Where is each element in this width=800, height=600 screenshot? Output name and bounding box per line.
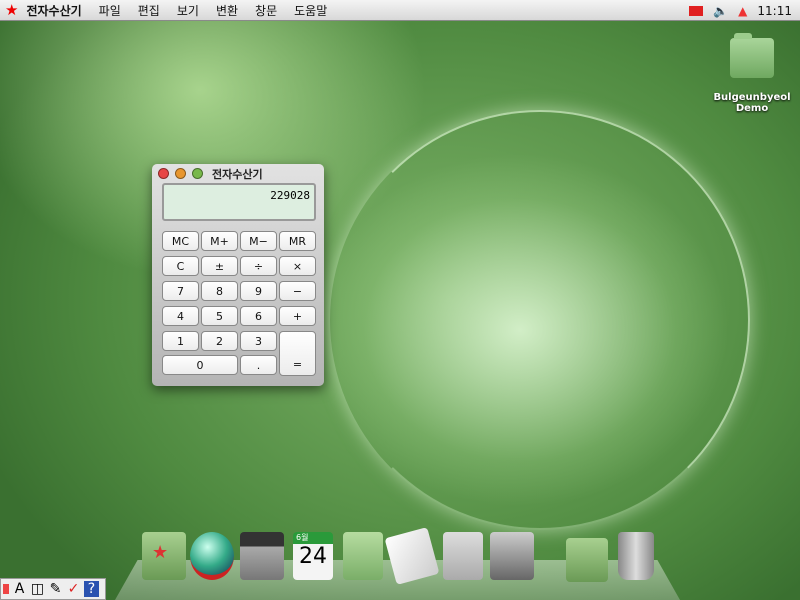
menu-convert[interactable]: 변환 xyxy=(216,2,238,19)
pen-cup-icon[interactable]: ✎ xyxy=(48,581,63,597)
calculator-display: 229028 xyxy=(162,183,316,221)
input-toolbar: A ◫ ✎ ✓ ? xyxy=(0,578,106,600)
close-button[interactable] xyxy=(158,168,169,179)
calculator-titlebar[interactable]: 전자수산기 xyxy=(152,164,324,182)
calculator-dock-icon[interactable] xyxy=(443,532,483,580)
key-divide[interactable]: ÷ xyxy=(240,256,277,276)
address-book-icon[interactable] xyxy=(343,532,383,580)
key-mc[interactable]: MC xyxy=(162,231,199,251)
menu-help[interactable]: 도움말 xyxy=(294,2,327,19)
menu-edit[interactable]: 편집 xyxy=(138,2,160,19)
panel-icon[interactable]: ◫ xyxy=(30,581,45,597)
key-4[interactable]: 4 xyxy=(162,306,199,326)
key-minus[interactable]: − xyxy=(279,281,316,301)
zoom-button[interactable] xyxy=(192,168,203,179)
key-multiply[interactable]: × xyxy=(279,256,316,276)
key-clear[interactable]: C xyxy=(162,256,199,276)
video-player-icon[interactable] xyxy=(240,532,284,580)
key-5[interactable]: 5 xyxy=(201,306,238,326)
documents-folder-icon[interactable] xyxy=(566,538,608,582)
trash-icon[interactable] xyxy=(618,532,654,580)
flag-icon[interactable] xyxy=(689,5,704,16)
calendar-day: 24 xyxy=(299,544,327,569)
key-mr[interactable]: MR xyxy=(279,231,316,251)
calendar-month: 6월 xyxy=(296,533,309,542)
key-0[interactable]: 0 xyxy=(162,355,238,375)
desktop-folder-label: Bulgeunbyeol Demo xyxy=(713,92,791,114)
browser-globe-icon[interactable] xyxy=(190,532,234,580)
menu-view[interactable]: 보기 xyxy=(177,2,199,19)
font-icon[interactable]: A xyxy=(12,581,27,597)
volume-icon[interactable]: 🔈 xyxy=(713,4,728,18)
red-star-menu-icon[interactable]: ★ xyxy=(5,1,18,19)
key-plus[interactable]: + xyxy=(279,306,316,326)
menubar: ★ 전자수산기 파일 편집 보기 변환 창문 도움말 🔈 ▲ 11:11 xyxy=(0,0,800,21)
clock[interactable]: 11:11 xyxy=(757,4,792,18)
wallpaper-arc xyxy=(330,110,750,530)
key-m-minus[interactable]: M− xyxy=(240,231,277,251)
key-9[interactable]: 9 xyxy=(240,281,277,301)
key-3[interactable]: 3 xyxy=(240,331,277,351)
key-plus-minus[interactable]: ± xyxy=(201,256,238,276)
minimize-button[interactable] xyxy=(175,168,186,179)
check-icon[interactable]: ✓ xyxy=(66,581,81,597)
menu-app-name[interactable]: 전자수산기 xyxy=(26,2,81,19)
key-decimal[interactable]: . xyxy=(240,355,277,375)
key-8[interactable]: 8 xyxy=(201,281,238,301)
calendar-icon[interactable]: 6월 24 xyxy=(293,532,333,580)
key-2[interactable]: 2 xyxy=(201,331,238,351)
system-tools-icon[interactable] xyxy=(490,532,534,580)
toolbar-handle[interactable] xyxy=(3,584,9,594)
window-title: 전자수산기 xyxy=(212,168,263,181)
key-7[interactable]: 7 xyxy=(162,281,199,301)
menu-file[interactable]: 파일 xyxy=(99,2,121,19)
calculator-window: 전자수산기 229028 MC M+ M− MR C ± ÷ × 7 8 9− 4 5 6 +1 2 3 0. = xyxy=(152,164,324,386)
torch-icon[interactable]: ▲ xyxy=(738,4,747,18)
key-equals[interactable]: = xyxy=(279,331,316,376)
folder-icon xyxy=(730,33,774,78)
menu-window[interactable]: 창문 xyxy=(255,2,277,19)
file-manager-icon[interactable]: ★ xyxy=(142,532,186,580)
desktop-folder[interactable]: Bulgeunbyeol Demo xyxy=(708,33,796,114)
key-m-plus[interactable]: M+ xyxy=(201,231,238,251)
help-icon[interactable]: ? xyxy=(84,581,99,597)
key-1[interactable]: 1 xyxy=(162,331,199,351)
key-6[interactable]: 6 xyxy=(240,306,277,326)
